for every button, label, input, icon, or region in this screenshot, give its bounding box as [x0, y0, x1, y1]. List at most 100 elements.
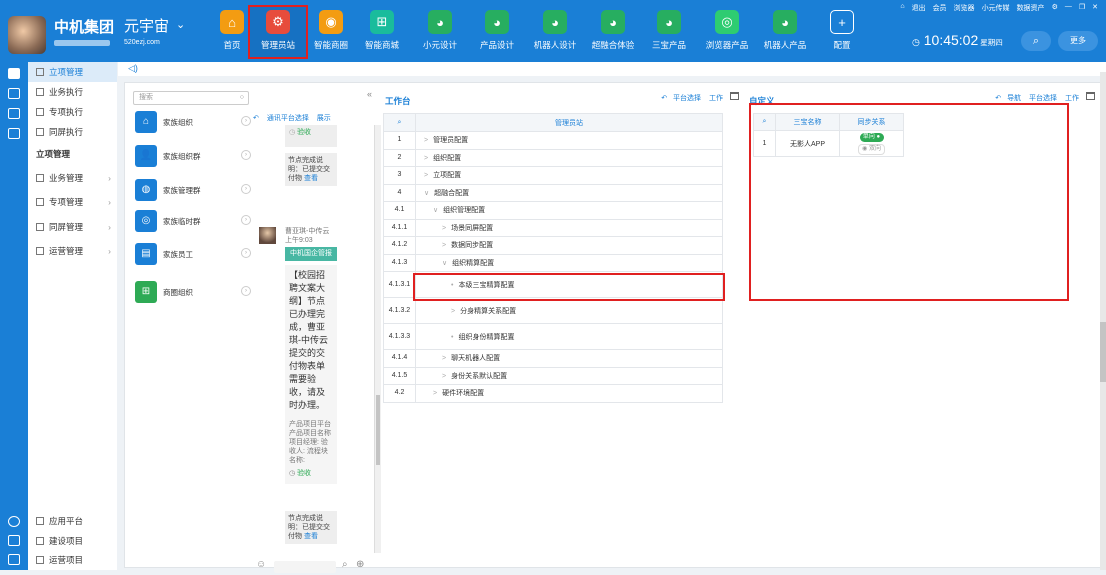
platform-select-link[interactable]: 平台选择 [1029, 95, 1057, 102]
sidebar-item-business-exec[interactable]: 业务执行 [28, 82, 117, 102]
table-row[interactable]: 4.2 > 硬件环境配置 [383, 384, 723, 403]
nav-item[interactable]: ◕ 超融合体验 [584, 6, 642, 58]
link-browser[interactable]: 浏览器 [954, 3, 975, 13]
chevron-right-icon[interactable]: > [424, 137, 428, 144]
minimize-icon[interactable]: — [1065, 3, 1072, 13]
work-link[interactable]: 工作 [1065, 95, 1079, 102]
chat-show-toggle[interactable]: 展示 [317, 115, 331, 122]
table-row[interactable]: 1 > 管理员配置 [383, 131, 723, 150]
chat-platform-select[interactable]: 通讯平台选择 [267, 115, 309, 122]
brand-name[interactable]: 元宇宙 [124, 15, 169, 36]
window-icon[interactable] [1086, 92, 1095, 100]
org-search-input[interactable]: 搜索 ○ [133, 91, 249, 105]
accept-link[interactable]: 验收 [297, 470, 311, 477]
org-item[interactable]: ⌂ 家族组织 › [133, 111, 251, 135]
work-link[interactable]: 工作 [709, 95, 723, 102]
org-item[interactable]: 👤 家族组织群 › [133, 145, 251, 169]
nav-item[interactable]: ◎ 浏览器产品 [698, 6, 756, 58]
project-icon[interactable] [8, 68, 20, 79]
chevron-down-icon[interactable]: ∨ [424, 190, 429, 197]
table-row[interactable]: 4.1.4 > 聊天机器人配置 [383, 349, 723, 368]
org-item[interactable]: ◎ 家族临时群 › [133, 210, 251, 234]
org-item[interactable]: ◍ 家族管理群 › [133, 179, 251, 203]
chevron-right-icon[interactable]: › [241, 184, 251, 194]
search-button[interactable]: ⌕ [1021, 31, 1051, 51]
chevron-right-icon[interactable]: › [241, 248, 251, 258]
nav-item[interactable]: ⊞ 智能商城 [353, 6, 411, 58]
sidebar-group-business[interactable]: 业务管理 › [28, 168, 117, 188]
chevron-right-icon[interactable]: > [433, 390, 437, 397]
back-icon[interactable]: ↶ [661, 95, 667, 102]
chevron-right-icon[interactable]: > [424, 155, 428, 162]
chevron-down-icon[interactable]: ∨ [433, 207, 438, 214]
sidebar-group-ops[interactable]: 运营管理 › [28, 241, 117, 261]
table-row[interactable]: 4.1.3.2 > 分身精算关系配置 [383, 297, 723, 324]
accept-link[interactable]: 验收 [297, 129, 311, 136]
chevron-right-icon[interactable]: > [442, 355, 446, 362]
org-item[interactable]: ⊞ 商圈组织 › [133, 281, 251, 305]
back-icon[interactable]: ↶ [995, 95, 1001, 102]
scroll-thumb[interactable] [1100, 322, 1106, 382]
table-row[interactable]: 4 ∨ 超融合配置 [383, 183, 723, 202]
special-icon[interactable] [8, 108, 20, 119]
sidebar-item-app-platform[interactable]: 应用平台 [28, 511, 117, 531]
build-icon[interactable] [8, 535, 20, 546]
nav-item[interactable]: ◕ 小元设计 [411, 6, 469, 58]
back-icon[interactable]: ↶ [253, 115, 259, 122]
lock-icon[interactable]: ⌂ [900, 3, 904, 13]
close-icon[interactable]: ✕ [1092, 3, 1098, 13]
chat-input[interactable] [274, 561, 336, 573]
nav-item[interactable]: ◕ 机器人设计 [526, 6, 584, 58]
nav-item[interactable]: ◕ 三宝产品 [640, 6, 698, 58]
ops-icon[interactable] [8, 554, 20, 565]
sidebar-item-project-mgmt[interactable]: 立项管理 [28, 62, 117, 82]
chevron-down-icon[interactable]: ∨ [442, 260, 447, 267]
table-row[interactable]: 4.1.3.3 • 组织身份精算配置 [383, 323, 723, 350]
more-button[interactable]: 更多 [1058, 31, 1098, 51]
table-row[interactable]: 4.1.1 > 场景同屏配置 [383, 218, 723, 237]
sidebar-item-special-exec[interactable]: 专项执行 [28, 102, 117, 122]
restore-icon[interactable]: ❐ [1079, 3, 1085, 13]
chevron-down-icon[interactable]: ⌄ [176, 18, 185, 31]
search-column[interactable]: ⌕ [383, 113, 416, 132]
chevron-right-icon[interactable]: > [442, 373, 446, 380]
avatar[interactable] [259, 227, 276, 244]
link-member[interactable]: 会员 [933, 3, 947, 13]
chevron-right-icon[interactable]: > [442, 242, 446, 249]
add-icon[interactable]: ⊕ [356, 559, 364, 570]
nav-item[interactable]: ◕ 产品设计 [468, 6, 526, 58]
chevron-right-icon[interactable]: › [241, 215, 251, 225]
view-link[interactable]: 查看 [304, 533, 318, 540]
scroll-thumb[interactable] [376, 395, 380, 465]
table-row[interactable]: 4.1 ∨ 组织管理配置 [383, 201, 723, 220]
nav-link[interactable]: 导航 [1007, 95, 1021, 102]
sidebar-item-build-project[interactable]: 建设项目 [28, 531, 117, 551]
search-icon[interactable]: ⌕ [342, 559, 348, 570]
platform-select-link[interactable]: 平台选择 [673, 95, 701, 102]
chevron-right-icon[interactable]: > [424, 172, 428, 179]
view-link[interactable]: 查看 [304, 175, 318, 182]
link-logout[interactable]: 退出 [912, 3, 926, 13]
chevron-right-icon[interactable]: › [241, 150, 251, 160]
page-scrollbar[interactable] [1100, 72, 1106, 570]
app-platform-icon[interactable] [8, 516, 20, 527]
nav-item[interactable]: ◕ 机器人产品 [756, 6, 814, 58]
sidebar-item-screen-exec[interactable]: 同屏执行 [28, 122, 117, 142]
business-icon[interactable] [8, 88, 20, 99]
sidebar-item-ops-project[interactable]: 运营项目 [28, 550, 117, 570]
sidebar-group-screen[interactable]: 同屏管理 › [28, 217, 117, 237]
settings-icon[interactable]: ⚙ [1052, 3, 1058, 13]
emoji-icon[interactable]: ☺ [256, 559, 266, 570]
link-media[interactable]: 小元传媒 [982, 3, 1010, 13]
table-row[interactable]: 4.1.2 > 数据同步配置 [383, 236, 723, 255]
nav-item[interactable]: ⚙ 管理员站 [248, 5, 308, 59]
collapse-icon[interactable]: « [367, 89, 372, 99]
link-data-assets[interactable]: 数据资产 [1017, 3, 1045, 13]
table-row[interactable]: 2 > 组织配置 [383, 148, 723, 167]
nav-item[interactable]: ◉ 智能商圈 [302, 6, 360, 58]
chevron-right-icon[interactable]: › [241, 286, 251, 296]
nav-item[interactable]: + 配置 [813, 6, 871, 58]
table-row[interactable]: 3 > 立项配置 [383, 166, 723, 185]
chevron-right-icon[interactable]: › [241, 116, 251, 126]
table-row[interactable]: 4.1.5 > 身份关系默认配置 [383, 366, 723, 385]
